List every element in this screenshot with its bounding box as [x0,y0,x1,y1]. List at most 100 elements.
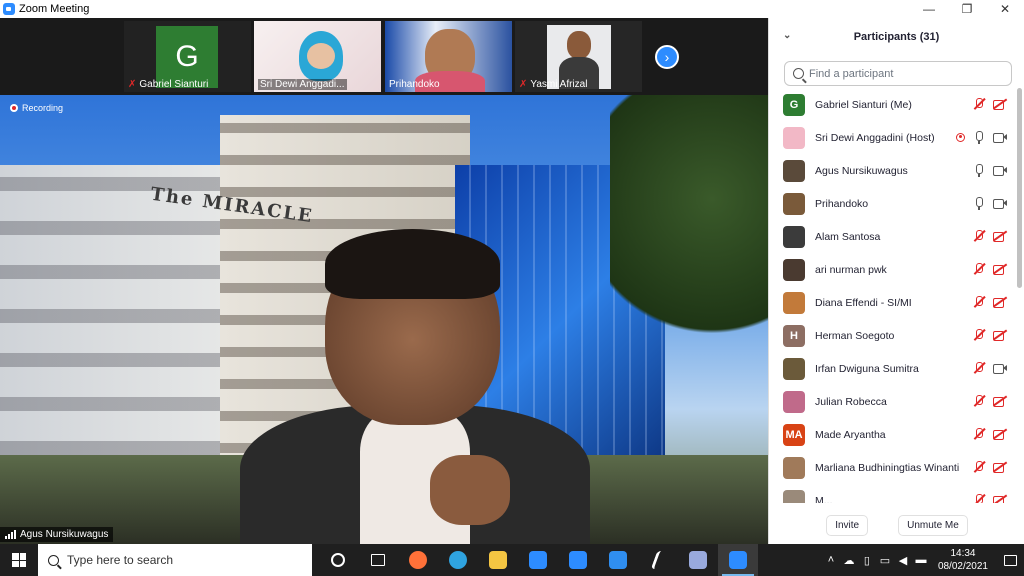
participant-row[interactable]: M... [769,484,1017,503]
speaker-figure [240,229,590,544]
camera-off-icon[interactable] [993,295,1007,309]
camera-icon[interactable] [993,361,1007,375]
dropbox-icon[interactable] [598,544,638,576]
notification-icon[interactable] [996,544,1024,576]
participants-panel: ⌄ Participants (31) G Gabriel Sianturi (M… [768,18,1024,544]
participant-search[interactable] [784,61,1012,86]
mic-muted-icon[interactable] [972,427,986,441]
mic-muted-icon[interactable] [972,295,986,309]
mic-muted-icon[interactable] [972,460,986,474]
face [307,43,335,69]
battery-icon[interactable]: ▬ [912,554,930,566]
participant-row[interactable]: Prihandoko [769,187,1017,220]
minimize-button[interactable]: — [910,0,948,18]
cloud-icon[interactable]: ☁ [840,554,858,567]
unmute-me-button[interactable]: Unmute Me [898,515,968,536]
thumbnail-name: ✗ Gabriel Sianturi [128,79,209,90]
camera-icon[interactable] [993,163,1007,177]
edge-icon[interactable] [438,544,478,576]
record-icon [10,104,18,112]
thumbnail-sri-dewi[interactable]: Sri Dewi Anggadi... [254,21,381,92]
active-speaker-video: The MIRACLE Recording Agus Nursikuwagus [0,95,768,544]
participant-name: Alam Santosa [815,230,881,243]
mic-muted-icon[interactable] [972,229,986,243]
file-explorer-icon[interactable] [478,544,518,576]
network-icon[interactable]: ▭ [876,554,894,567]
brush-icon[interactable] [678,544,718,576]
mic-icon[interactable] [972,163,986,177]
clock[interactable]: 14:34 08/02/2021 [938,547,988,573]
widgets-icon[interactable] [358,544,398,576]
task-view-icon[interactable] [318,544,358,576]
camera-off-icon[interactable] [993,262,1007,276]
invite-button[interactable]: Invite [826,515,869,536]
maximize-button[interactable]: ❐ [948,0,986,18]
usb-icon[interactable]: ▯ [858,554,876,567]
participant-row[interactable]: ari nurman pwk [769,253,1017,286]
close-button[interactable]: ✕ [986,0,1024,18]
camera-off-icon[interactable] [993,229,1007,243]
next-page-button[interactable]: › [655,45,679,69]
mic-muted-icon[interactable] [972,361,986,375]
participant-name: M... [815,494,833,504]
camera-off-icon[interactable] [993,427,1007,441]
firefox-icon[interactable] [398,544,438,576]
avatar [783,390,805,413]
participant-list: G Gabriel Sianturi (Me) Sri Dewi Anggadini… [769,88,1017,503]
avatar [783,489,805,503]
camera-icon[interactable] [993,130,1007,144]
search-icon [48,554,59,566]
start-button[interactable] [0,544,38,576]
participant-row[interactable]: Diana Effendi - SI/MI [769,286,1017,319]
participant-status-icons [972,196,1007,210]
camera-off-icon[interactable] [993,460,1007,474]
participant-status-icons [972,262,1007,276]
mic-muted-icon[interactable] [972,493,986,503]
thumbnail-prihandoko[interactable]: Prihandoko [385,21,512,92]
panel-footer: Invite Unmute Me [769,515,1024,536]
participant-row[interactable]: Alam Santosa [769,220,1017,253]
camera-off-icon[interactable] [993,493,1007,503]
firefox-icon-glyph [409,551,427,569]
participant-row[interactable]: Julian Robecca [769,385,1017,418]
chevron-up-icon[interactable]: ˄ [822,554,840,566]
camera-icon[interactable] [993,196,1007,210]
signal-strength-icon [5,530,16,539]
volume-icon[interactable]: ◀ [894,554,912,567]
participant-status-icons [972,328,1007,342]
mic-icon[interactable] [972,130,986,144]
windows-icon [12,553,26,567]
camera-off-icon[interactable] [993,394,1007,408]
mail-icon[interactable] [558,544,598,576]
thumbnail-gabriel[interactable]: G ✗ Gabriel Sianturi [124,21,251,92]
participant-status-icons [972,394,1007,408]
avatar: MA [783,423,805,446]
scrollbar[interactable] [1017,88,1022,288]
participant-status-icons [956,130,1007,144]
participant-name: Made Aryantha [815,428,886,441]
camera-off-icon[interactable] [993,97,1007,111]
participant-row[interactable]: G Gabriel Sianturi (Me) [769,88,1017,121]
participant-name: Marliana Budhiningtias Winanti [815,461,960,474]
zoom-icon[interactable] [718,544,758,576]
app-icon[interactable] [638,544,678,576]
mic-muted-icon[interactable] [972,328,986,342]
participant-row[interactable]: Agus Nursikuwagus [769,154,1017,187]
thumbnail-yasmi[interactable]: ✗ Yasmi Afrizal [515,21,642,92]
participant-row[interactable]: Marliana Budhiningtias Winanti [769,451,1017,484]
store-icon[interactable] [518,544,558,576]
camera-off-icon[interactable] [993,328,1007,342]
taskbar: Type here to search ˄ ☁ ▯ ▭ ◀ ▬ 14:34 08… [0,544,1024,576]
chevron-down-icon[interactable]: ⌄ [783,30,791,41]
taskbar-search[interactable]: Type here to search [38,544,312,576]
mic-muted-icon[interactable] [972,394,986,408]
participant-status-icons [972,295,1007,309]
participant-row[interactable]: H Herman Soegoto [769,319,1017,352]
participant-row[interactable]: MA Made Aryantha [769,418,1017,451]
participant-row[interactable]: Irfan Dwiguna Sumitra [769,352,1017,385]
mic-muted-icon[interactable] [972,97,986,111]
mic-muted-icon[interactable] [972,262,986,276]
search-input[interactable] [809,67,989,80]
participant-row[interactable]: Sri Dewi Anggadini (Host) [769,121,1017,154]
mic-icon[interactable] [972,196,986,210]
